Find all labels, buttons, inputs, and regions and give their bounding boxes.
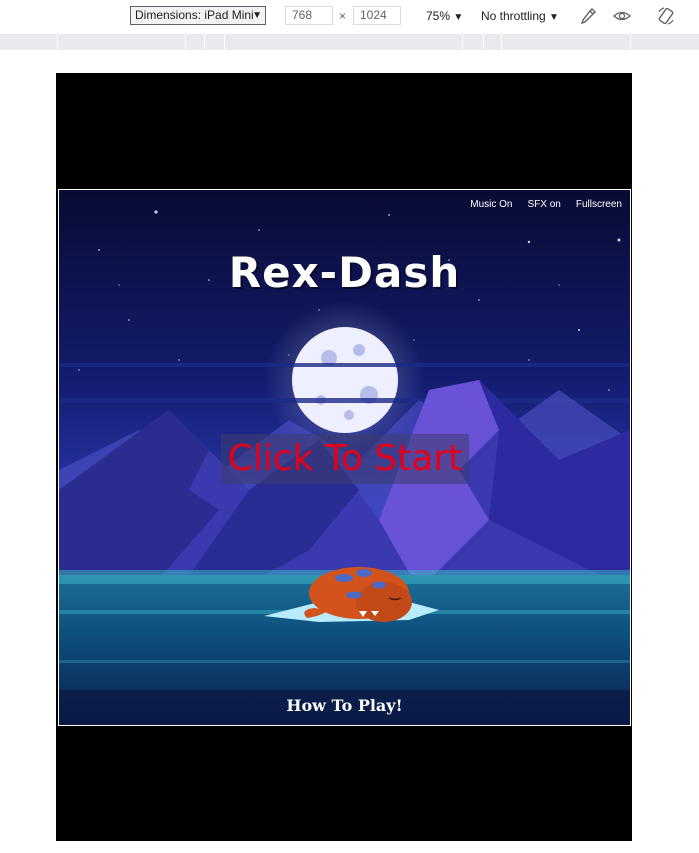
- throttling-label: No throttling: [481, 9, 546, 23]
- height-input[interactable]: 1024: [353, 6, 401, 25]
- chevron-down-icon: ▼: [549, 12, 559, 23]
- chevron-down-icon: ▼: [252, 10, 262, 21]
- eye-icon[interactable]: [612, 6, 632, 26]
- game-title: Rex-Dash: [228, 248, 461, 297]
- media-query-ruler: [0, 34, 699, 50]
- music-toggle[interactable]: Music On: [470, 199, 512, 210]
- rotate-icon[interactable]: [656, 6, 676, 26]
- width-input[interactable]: 768: [285, 6, 333, 25]
- eyedropper-icon[interactable]: [578, 6, 598, 26]
- zoom-label: 75%: [426, 9, 451, 23]
- fullscreen-button[interactable]: Fullscreen: [576, 199, 622, 210]
- device-viewport: Music On SFX on Fullscreen Rex-Dash Clic…: [56, 73, 632, 841]
- dimension-separator: ×: [339, 9, 347, 23]
- device-dimensions-label: Dimensions: iPad Mini: [135, 8, 254, 22]
- how-to-play-button[interactable]: How To Play!: [59, 696, 630, 715]
- device-toolbar: Dimensions: iPad Mini ▼ 768 × 1024 75% ▼…: [0, 0, 699, 33]
- game-options: Music On SFX on Fullscreen: [470, 199, 622, 210]
- device-dimensions-select[interactable]: Dimensions: iPad Mini ▼: [130, 6, 266, 25]
- chevron-down-icon: ▼: [453, 12, 464, 23]
- throttling-select[interactable]: No throttling ▼: [481, 9, 559, 23]
- zoom-select[interactable]: 75% ▼: [426, 9, 463, 23]
- game-canvas[interactable]: Music On SFX on Fullscreen Rex-Dash Clic…: [58, 189, 631, 726]
- sfx-toggle[interactable]: SFX on: [528, 199, 561, 210]
- start-button[interactable]: Click To Start: [221, 434, 469, 484]
